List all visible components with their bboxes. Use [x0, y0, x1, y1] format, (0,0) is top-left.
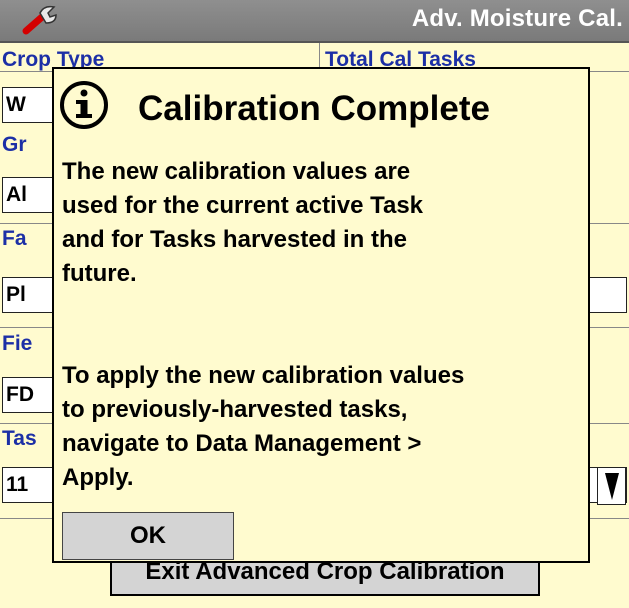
task-dropdown-button[interactable]	[597, 467, 626, 505]
grower-label: Gr	[2, 133, 27, 156]
dialog-line: The new calibration values are	[62, 158, 411, 185]
dialog-line: Apply.	[62, 464, 134, 491]
wrench-icon	[22, 5, 57, 35]
dialog-line: to previously-harvested tasks,	[62, 396, 408, 423]
screen-title: Adv. Moisture Cal.	[411, 5, 623, 32]
farm-label: Fa	[2, 227, 27, 250]
field-label: Fie	[2, 332, 33, 355]
dialog-line: future.	[62, 260, 137, 287]
dialog-line: used for the current active Task	[62, 192, 424, 219]
ok-button[interactable]: OK	[62, 512, 234, 560]
dialog-line: and for Tasks harvested in the	[62, 226, 407, 253]
chevron-down-icon	[601, 471, 622, 501]
dialog-title: Calibration Complete	[138, 89, 490, 128]
dialog-line: navigate to Data Management >	[62, 430, 422, 457]
dialog-line: To apply the new calibration values	[62, 362, 465, 389]
task-label: Tas	[2, 427, 37, 450]
calibration-complete-dialog: Calibration Complete The new calibration…	[52, 67, 590, 563]
info-icon	[60, 81, 108, 129]
title-bar: Adv. Moisture Cal.	[0, 0, 629, 43]
